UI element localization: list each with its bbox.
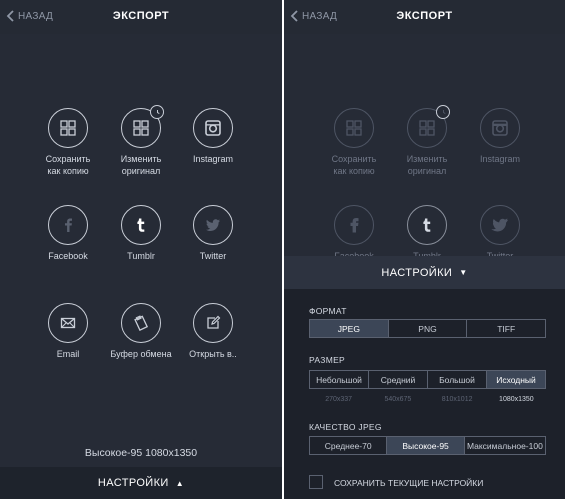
instagram-button[interactable]: Instagram	[173, 108, 253, 165]
size-dimension-small: 270x337	[325, 396, 353, 403]
facebook-button[interactable]: Facebook	[314, 205, 394, 262]
save-copy-label: Сохранить как копию	[331, 154, 377, 176]
size-segmented-control: Небольшой Средний Большой Исходный	[309, 370, 546, 389]
edit-original-button[interactable]: Изменить оригинал	[101, 105, 181, 177]
instagram-button[interactable]: Instagram	[460, 108, 540, 165]
tumblr-icon	[423, 218, 431, 232]
twitter-label: Twitter	[199, 251, 227, 261]
tumblr-label: Tumblr	[127, 251, 155, 261]
save-settings-checkbox[interactable]	[309, 475, 323, 489]
clock-badge	[150, 105, 164, 119]
save-settings-label: СОХРАНИТЬ ТЕКУЩИЕ НАСТРОЙКИ	[334, 478, 484, 488]
caret-down-icon: ▼	[459, 268, 468, 277]
instagram-icon	[492, 120, 508, 136]
twitter-icon	[491, 218, 509, 232]
format-option-png[interactable]: PNG	[389, 320, 468, 337]
clock-icon	[442, 109, 446, 114]
size-label: РАЗМЕР	[309, 355, 346, 365]
format-option-jpeg[interactable]: JPEG	[310, 320, 389, 337]
format-label: ФОРМАТ	[309, 306, 347, 316]
open-in-circle	[193, 303, 233, 343]
clipboard-circle	[121, 303, 161, 343]
page-title: ЭКСПОРТ	[112, 10, 170, 22]
instagram-circle	[480, 108, 520, 148]
tumblr-icon	[137, 218, 145, 232]
facebook-circle	[48, 205, 88, 245]
size-option-original[interactable]: Исходный	[487, 371, 545, 388]
grid-icon	[60, 120, 76, 136]
edit-original-circle	[407, 105, 450, 148]
settings-label: НАСТРОЙКИ	[97, 477, 169, 489]
open-in-button[interactable]: Открыть в..	[173, 303, 253, 360]
open-in-icon	[207, 315, 221, 329]
grid-icon	[346, 120, 362, 136]
caret-up-icon: ▲	[175, 478, 185, 488]
size-option-medium[interactable]: Средний	[369, 371, 428, 388]
facebook-circle	[334, 205, 374, 245]
email-icon	[60, 317, 76, 329]
clock-badge	[436, 105, 450, 119]
save-copy-button[interactable]: Сохранить как копию	[28, 108, 108, 177]
instagram-label: Instagram	[479, 154, 521, 164]
quality-label: КАЧЕСТВО JPEG	[309, 422, 382, 432]
quality-segmented-control: Среднее-70 Высокое-95 Максимальное-100	[309, 436, 546, 455]
instagram-label: Instagram	[192, 154, 234, 164]
export-screen-settings: НАЗАД ЭКСПОРТ Сохранить как копию Измени…	[284, 0, 565, 499]
facebook-icon	[65, 218, 72, 232]
grid-icon	[419, 120, 435, 136]
twitter-circle	[480, 205, 520, 245]
twitter-button[interactable]: Twitter	[173, 205, 253, 262]
size-dimension-original: 1080x1350	[499, 396, 534, 403]
twitter-circle	[193, 205, 233, 245]
export-screen-main: НАЗАД ЭКСПОРТ Сохранить как копию Измени…	[0, 0, 282, 499]
size-option-small[interactable]: Небольшой	[310, 371, 369, 388]
tumblr-button[interactable]: Tumblr	[101, 205, 181, 262]
open-in-label: Открыть в..	[189, 349, 237, 359]
email-button[interactable]: Email	[28, 303, 108, 360]
quality-option-max[interactable]: Максимальное-100	[465, 437, 545, 454]
size-option-large[interactable]: Большой	[428, 371, 487, 388]
clipboard-label: Буфер обмена	[110, 349, 172, 359]
save-copy-circle	[334, 108, 374, 148]
clock-icon	[156, 109, 160, 114]
instagram-circle	[193, 108, 233, 148]
clipboard-button[interactable]: Буфер обмена	[101, 303, 181, 360]
top-bar: НАЗАД ЭКСПОРТ	[0, 0, 282, 34]
twitter-icon	[206, 219, 220, 231]
save-copy-label: Сохранить как копию	[45, 154, 91, 176]
format-option-tiff[interactable]: TIFF	[467, 320, 545, 337]
edit-original-circle	[121, 105, 164, 148]
settings-toggle[interactable]: НАСТРОЙКИ ▲	[0, 467, 282, 499]
tumblr-button[interactable]: Tumblr	[387, 205, 467, 262]
page-title: ЭКСПОРТ	[396, 10, 453, 22]
save-copy-button[interactable]: Сохранить как копию	[314, 108, 394, 177]
quality-option-medium[interactable]: Среднее-70	[310, 437, 388, 454]
edit-original-label: Изменить оригинал	[406, 154, 448, 176]
email-circle	[48, 303, 88, 343]
edit-original-button[interactable]: Изменить оригинал	[387, 105, 467, 177]
format-segmented-control: JPEG PNG TIFF	[309, 319, 546, 338]
quality-option-high[interactable]: Высокое-95	[387, 437, 465, 454]
grid-icon	[133, 120, 149, 136]
edit-original-label: Изменить оригинал	[120, 154, 162, 176]
facebook-button[interactable]: Facebook	[28, 205, 108, 262]
clipboard-icon	[134, 315, 149, 331]
tumblr-circle	[121, 205, 161, 245]
facebook-icon	[350, 217, 359, 233]
email-label: Email	[56, 349, 80, 359]
tumblr-circle	[407, 205, 447, 245]
settings-label: НАСТРОЙКИ	[381, 266, 453, 279]
instagram-icon	[205, 120, 221, 136]
facebook-label: Facebook	[48, 251, 88, 261]
twitter-button[interactable]: Twitter	[460, 205, 540, 262]
settings-toggle[interactable]: НАСТРОЙКИ ▼	[284, 256, 565, 289]
size-dimension-medium: 540x675	[384, 396, 412, 403]
size-dimension-large: 810x1012	[441, 396, 473, 403]
size-dimensions: 270x337 540x675 810x1012 1080x1350	[309, 396, 546, 403]
export-status: Высокое-95 1080x1350	[84, 447, 198, 459]
save-copy-circle	[48, 108, 88, 148]
top-bar: НАЗАД ЭКСПОРТ	[284, 0, 565, 34]
